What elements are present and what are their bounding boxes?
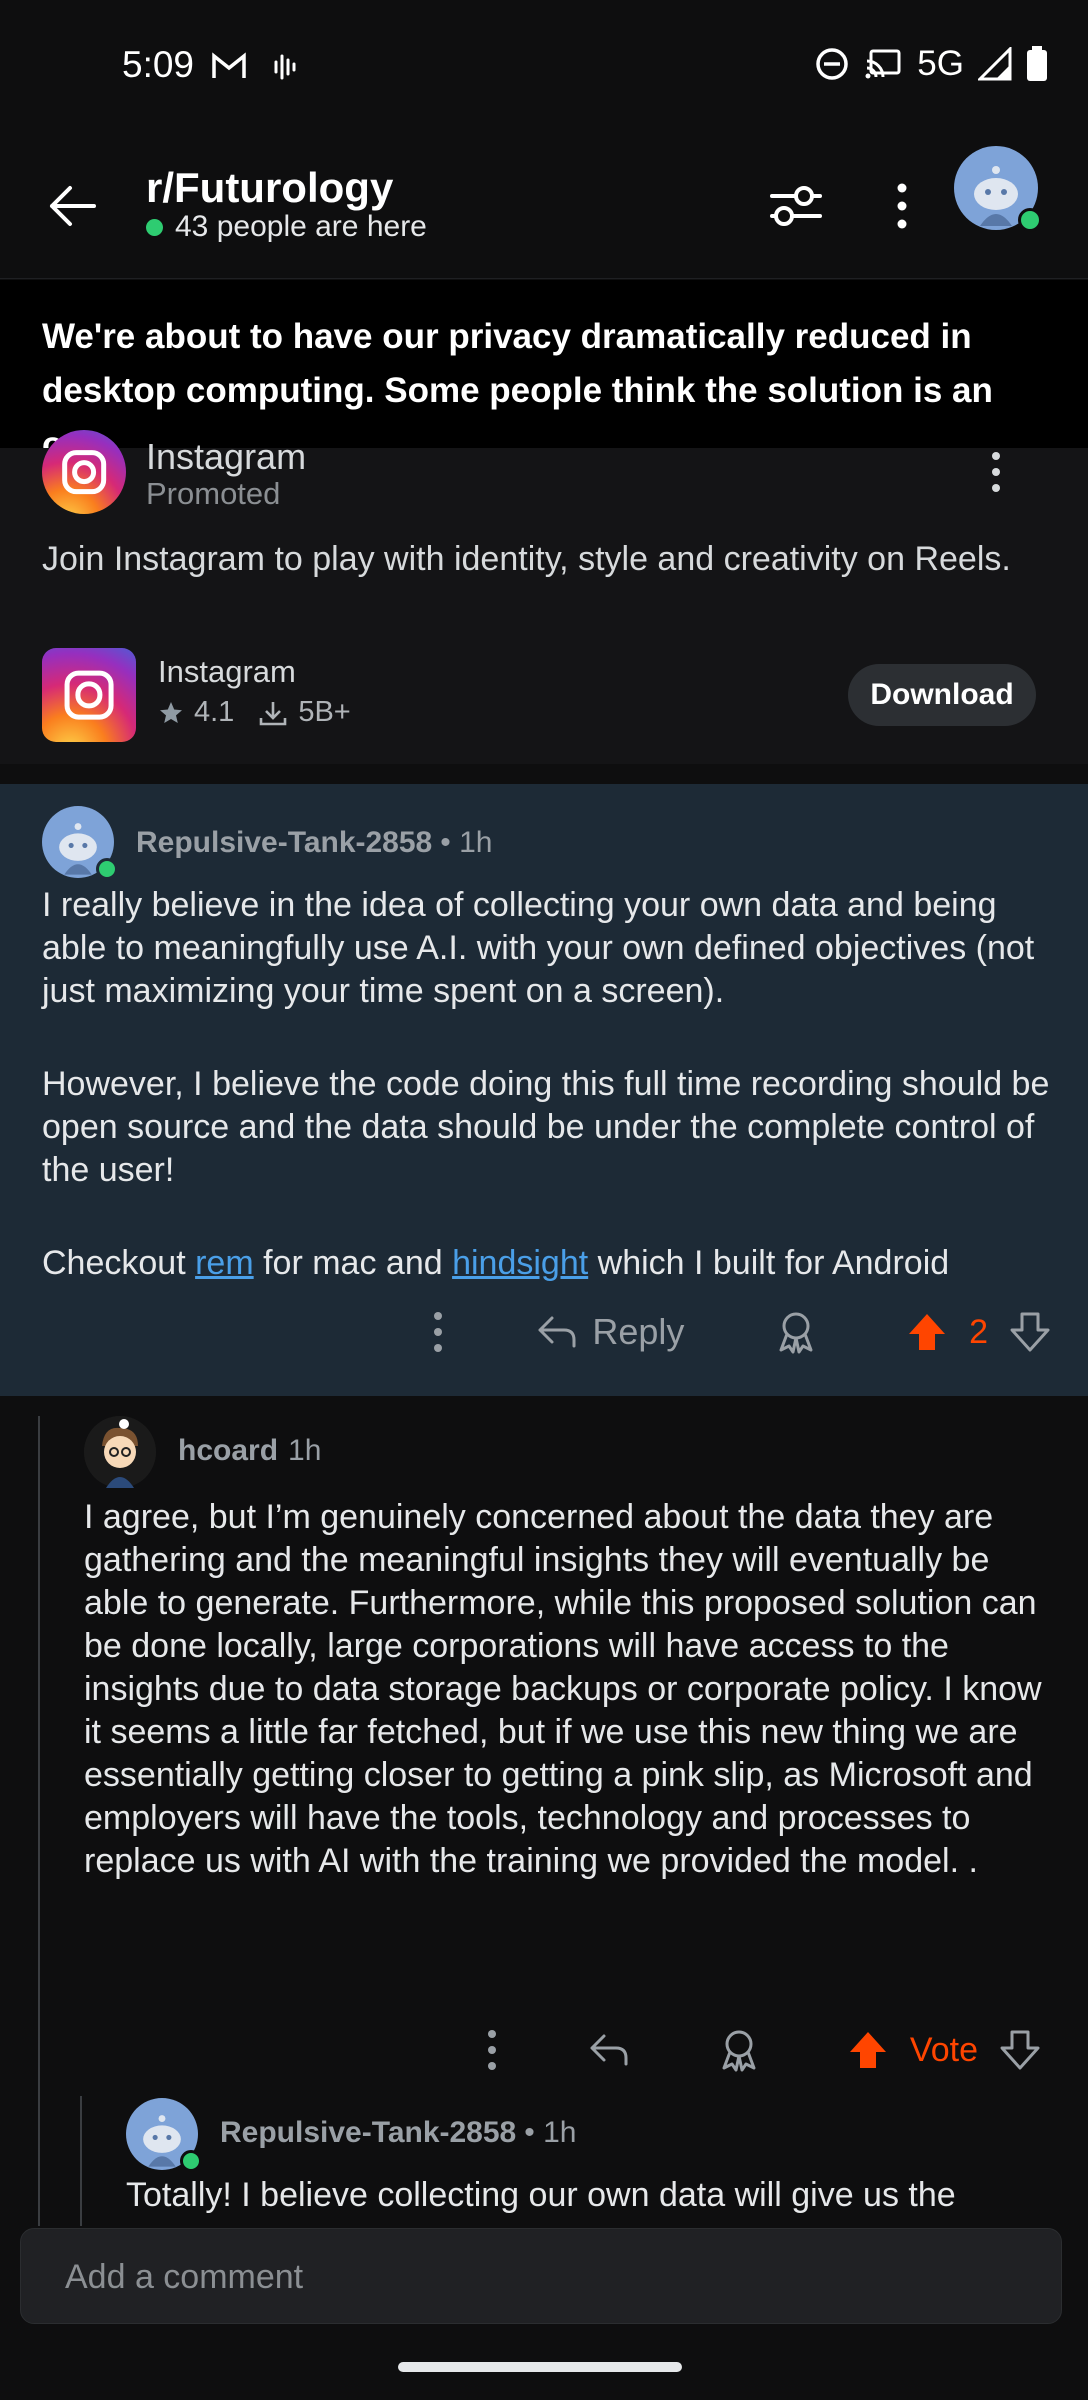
upvote-icon[interactable] [907, 1312, 947, 1352]
comment-author[interactable]: Repulsive-Tank-2858 [220, 2116, 516, 2150]
comment-avatar[interactable] [126, 2098, 202, 2172]
upvote-icon[interactable] [848, 2030, 888, 2070]
comment-highlighted: Repulsive-Tank-2858 • 1h I really believ… [0, 784, 1088, 1396]
download-button[interactable]: Download [848, 664, 1036, 726]
comment-time: • 1h [524, 2116, 577, 2149]
status-bar: 5:09 5G [0, 0, 1088, 130]
signal-icon [978, 47, 1012, 81]
voicemail-icon [274, 54, 296, 80]
user-avatar[interactable] [954, 146, 1042, 232]
comment-header: hcoard 1h [178, 1434, 321, 1468]
cartoon-avatar-icon [84, 1416, 156, 1488]
comment-input[interactable] [63, 2229, 1027, 2325]
app-meta: 4.1 5B+ [158, 696, 351, 729]
reply-button[interactable]: Reply [536, 1311, 684, 1353]
text-segment: for mac and [253, 1244, 453, 1282]
status-right: 5G [815, 44, 1048, 84]
comment-actions: Vote [484, 2022, 1040, 2078]
status-notification-icons [210, 48, 300, 89]
comment-more-icon[interactable] [430, 1310, 446, 1354]
comment-paragraph-3: Checkout rem for mac and hindsight which… [42, 1242, 1058, 1285]
instagram-logo-icon[interactable] [42, 430, 126, 514]
comment-body: Totally! I believe collecting our own da… [126, 2176, 956, 2214]
comment-time: 1h [288, 1434, 322, 1467]
promoted-label: Promoted [146, 476, 281, 511]
downvote-icon[interactable] [1010, 1312, 1050, 1352]
instagram-app-icon[interactable] [42, 648, 136, 742]
online-text: 43 people are here [175, 210, 427, 243]
cast-icon [865, 49, 901, 79]
filter-icon[interactable] [768, 182, 824, 230]
app-header: r/Futurology 43 people are here [0, 130, 1088, 279]
online-dot [146, 218, 163, 236]
sticky-post-title[interactable]: We're about to have our privacy dramatic… [0, 280, 1088, 464]
more-options-icon[interactable] [884, 182, 920, 230]
reply-icon[interactable] [588, 2032, 630, 2068]
promo-body-text: Join Instagram to play with identity, st… [42, 540, 1011, 578]
app-rating: 4.1 [194, 696, 235, 728]
hindsight-link[interactable]: hindsight [452, 1244, 588, 1282]
online-count: 43 people are here [146, 210, 427, 244]
reply-icon [538, 1316, 576, 1348]
dnd-icon [816, 48, 849, 80]
award-icon[interactable] [718, 2028, 760, 2072]
reply-label: Reply [592, 1311, 685, 1352]
comment-more-icon[interactable] [484, 2028, 500, 2072]
comment-author[interactable]: Repulsive-Tank-2858 [136, 826, 432, 860]
promo-advertiser[interactable]: Instagram [146, 436, 306, 478]
comment-header: Repulsive-Tank-2858 • 1h [136, 826, 492, 860]
comment-paragraph-2: However, I believe the code doing this f… [42, 1065, 1050, 1189]
status-time: 5:09 [122, 44, 195, 85]
text-segment: which I built for Android [588, 1244, 950, 1282]
vote-label: Vote [909, 2030, 978, 2069]
comment-body: I agree, but I’m genuinely concerned abo… [84, 1498, 1042, 1880]
online-status-dot [180, 2150, 202, 2172]
vote-controls: 2 [907, 1312, 1050, 1352]
app-name: Instagram [158, 654, 296, 689]
comment-avatar[interactable] [42, 806, 118, 880]
comment-paragraph-1: I really believe in the idea of collecti… [42, 886, 1035, 1010]
home-indicator[interactable] [398, 2362, 682, 2372]
star-icon [160, 701, 182, 723]
promo-more-icon[interactable] [984, 450, 1008, 494]
award-icon[interactable] [775, 1310, 817, 1354]
comment-body: I really believe in the idea of collecti… [42, 884, 1058, 1285]
subreddit-title[interactable]: r/Futurology [146, 164, 393, 212]
app-downloads: 5B+ [298, 696, 351, 728]
vote-count: 2 [969, 1312, 988, 1351]
download-count-icon [260, 701, 287, 725]
gmail-icon [212, 52, 246, 78]
comment-author[interactable]: hcoard [178, 1434, 278, 1468]
rem-link[interactable]: rem [195, 1244, 254, 1282]
downvote-icon[interactable] [1000, 2030, 1040, 2070]
comment-time: • 1h [440, 826, 493, 859]
comment-actions: Reply 2 [430, 1304, 1050, 1360]
comment-bar[interactable] [20, 2228, 1062, 2325]
back-arrow-icon[interactable] [44, 178, 100, 234]
comment-reply: hcoard 1h I agree, but I’m genuinely con… [0, 1396, 1088, 2226]
network-label: 5G [917, 44, 964, 83]
vote-controls: Vote [848, 2030, 1040, 2070]
promoted-post[interactable]: Instagram Promoted Join Instagram to pla… [0, 430, 1088, 764]
battery-icon [1027, 46, 1047, 81]
text-segment: Checkout [42, 1244, 196, 1282]
thread-line[interactable] [80, 2096, 82, 2226]
thread-line[interactable] [38, 1416, 40, 2226]
comment-avatar[interactable] [84, 1416, 156, 1488]
online-status-dot [96, 858, 118, 880]
online-status-dot [1018, 208, 1042, 232]
comment-header: Repulsive-Tank-2858 • 1h [220, 2116, 576, 2150]
